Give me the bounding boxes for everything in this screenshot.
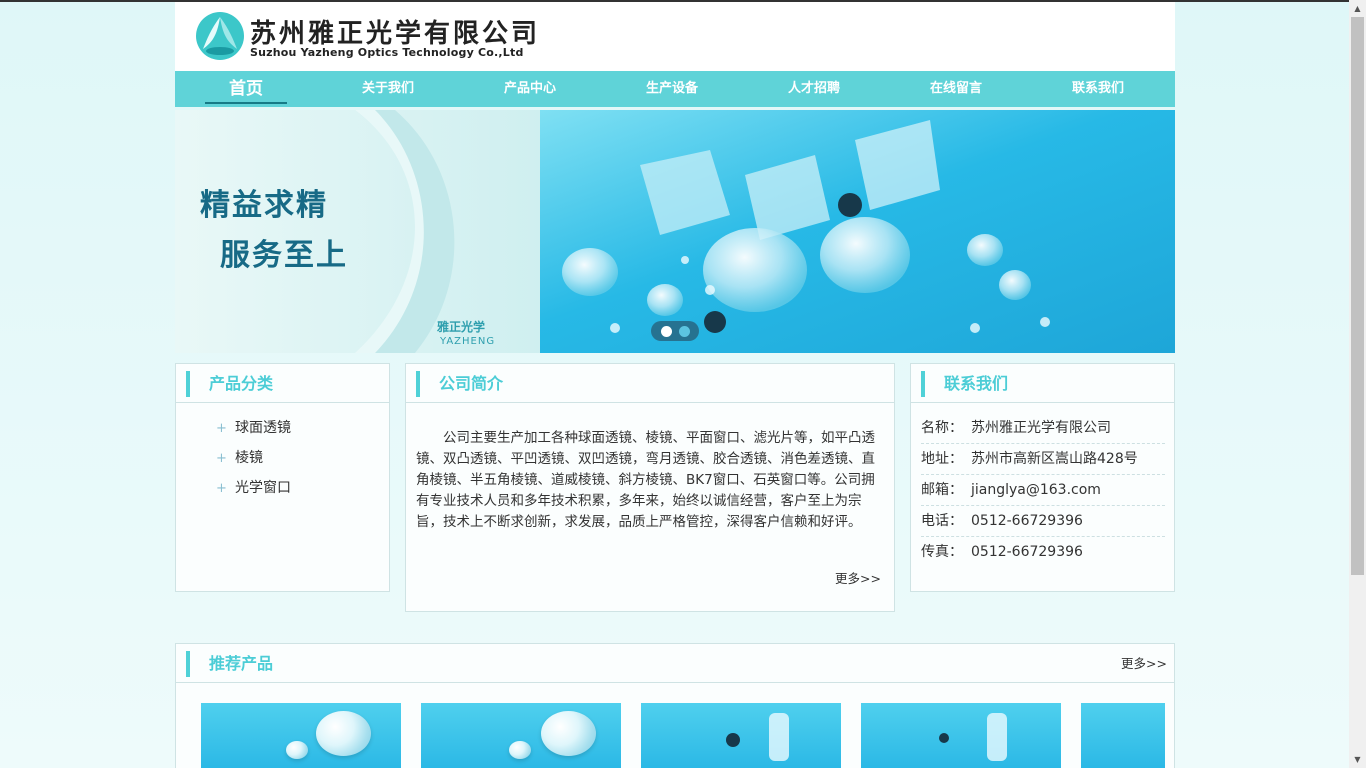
slide-dot-2[interactable] — [678, 325, 690, 337]
intro-panel: 公司简介 公司主要生产加工各种球面透镜、棱镜、平面窗口、滤光片等，如平凸透镜、双… — [405, 363, 895, 612]
category-list: + 球面透镜 + 棱镜 + 光学窗口 — [176, 403, 389, 511]
product-thumb[interactable] — [1081, 703, 1165, 768]
product-thumb[interactable] — [201, 703, 401, 768]
contact-fax-row: 传真： 0512-66729396 — [921, 537, 1165, 568]
plus-icon: + — [216, 451, 227, 466]
product-thumb[interactable] — [421, 703, 621, 768]
intro-title: 公司简介 — [439, 374, 504, 393]
intro-more-link[interactable]: 更多>> — [835, 568, 881, 587]
plus-icon: + — [216, 481, 227, 496]
nav-message[interactable]: 在线留言 — [885, 71, 1027, 107]
intro-header: 公司简介 — [406, 364, 894, 403]
nav-equipment[interactable]: 生产设备 — [601, 71, 743, 107]
banner-slogan-2: 服务至上 — [220, 238, 348, 273]
page-scrollbar[interactable]: ▲ ▼ — [1349, 0, 1366, 768]
category-header: 产品分类 — [176, 364, 389, 403]
contact-email-row: 邮箱： jianglya@163.com — [921, 475, 1165, 506]
company-name-cn: 苏州雅正光学有限公司 — [250, 19, 541, 49]
recommend-title: 推荐产品 — [209, 654, 274, 673]
contact-panel: 联系我们 名称： 苏州雅正光学有限公司 地址： 苏州市高新区嵩山路428号 邮箱： j… — [910, 363, 1175, 592]
slide-indicator — [651, 321, 699, 341]
contact-header: 联系我们 — [911, 364, 1174, 403]
contact-label: 地址： — [921, 451, 963, 467]
lens-image — [509, 741, 531, 759]
category-title: 产品分类 — [209, 374, 274, 393]
contact-label: 邮箱： — [921, 482, 963, 498]
banner-left-panel: 精益求精 服务至上 雅正光学 YAZHENG — [175, 110, 540, 353]
rod-image — [769, 713, 789, 761]
scroll-up-icon[interactable]: ▲ — [1349, 0, 1366, 17]
contact-value: 0512-66729396 — [971, 544, 1083, 560]
scroll-down-icon[interactable]: ▼ — [1349, 751, 1366, 768]
contact-phone-row: 电话： 0512-66729396 — [921, 506, 1165, 537]
contact-label: 名称： — [921, 420, 963, 436]
intro-text: 公司主要生产加工各种球面透镜、棱镜、平面窗口、滤光片等，如平凸透镜、双凸透镜、平… — [416, 430, 875, 530]
title-bar — [186, 371, 190, 397]
lens-image — [286, 741, 308, 759]
recommend-more-link[interactable]: 更多>> — [1121, 653, 1167, 672]
main-nav: 首页 关于我们 产品中心 生产设备 人才招聘 在线留言 联系我们 — [175, 71, 1175, 107]
lens-image — [316, 711, 371, 756]
category-label: 光学窗口 — [235, 480, 291, 496]
category-item[interactable]: + 光学窗口 — [216, 481, 389, 511]
lens-image — [726, 733, 740, 747]
site-header: 苏州雅正光学有限公司 Suzhou Yazheng Optics Technol… — [175, 2, 1175, 71]
contact-value: 苏州市高新区嵩山路428号 — [971, 451, 1138, 467]
optics-illustration — [562, 120, 1050, 333]
banner-brand-cn: 雅正光学 — [437, 320, 486, 334]
scroll-thumb[interactable] — [1351, 17, 1364, 575]
contact-value: 0512-66729396 — [971, 513, 1083, 529]
lens-image — [541, 711, 596, 756]
lens-image — [939, 733, 949, 743]
contact-value[interactable]: jianglya@163.com — [971, 482, 1101, 498]
banner-photo — [540, 110, 1175, 353]
title-bar — [186, 651, 190, 677]
nav-about[interactable]: 关于我们 — [317, 71, 459, 107]
logo-icon[interactable] — [195, 11, 245, 61]
hero-banner[interactable]: 精益求精 服务至上 雅正光学 YAZHENG — [175, 110, 1175, 353]
category-item[interactable]: + 棱镜 — [216, 451, 389, 481]
plus-icon: + — [216, 421, 227, 436]
contact-address-row: 地址： 苏州市高新区嵩山路428号 — [921, 444, 1165, 475]
title-bar — [416, 371, 420, 397]
nav-contact[interactable]: 联系我们 — [1027, 71, 1169, 107]
category-item[interactable]: + 球面透镜 — [216, 421, 389, 451]
title-bar — [921, 371, 925, 397]
company-name-en: Suzhou Yazheng Optics Technology Co.,Ltd — [250, 46, 524, 59]
page-container: 苏州雅正光学有限公司 Suzhou Yazheng Optics Technol… — [175, 2, 1175, 768]
nav-jobs[interactable]: 人才招聘 — [743, 71, 885, 107]
contact-name-row: 名称： 苏州雅正光学有限公司 — [921, 413, 1165, 444]
nav-products[interactable]: 产品中心 — [459, 71, 601, 107]
nav-home[interactable]: 首页 — [175, 71, 317, 107]
category-panel: 产品分类 + 球面透镜 + 棱镜 + 光学窗口 — [175, 363, 390, 592]
contact-value: 苏州雅正光学有限公司 — [971, 420, 1111, 436]
recommend-panel: 推荐产品 更多>> — [175, 643, 1175, 768]
recommend-header: 推荐产品 更多>> — [176, 644, 1174, 683]
product-thumb[interactable] — [861, 703, 1061, 768]
contact-label: 电话： — [921, 513, 963, 529]
category-label: 棱镜 — [235, 450, 263, 466]
product-thumb[interactable] — [641, 703, 841, 768]
contact-title: 联系我们 — [944, 374, 1009, 393]
contact-label: 传真： — [921, 544, 963, 560]
banner-brand-en: YAZHENG — [440, 336, 496, 347]
category-label: 球面透镜 — [235, 420, 291, 436]
slide-dot-1[interactable] — [660, 325, 672, 337]
rod-image — [987, 713, 1007, 761]
banner-slogan-1: 精益求精 — [200, 188, 328, 223]
